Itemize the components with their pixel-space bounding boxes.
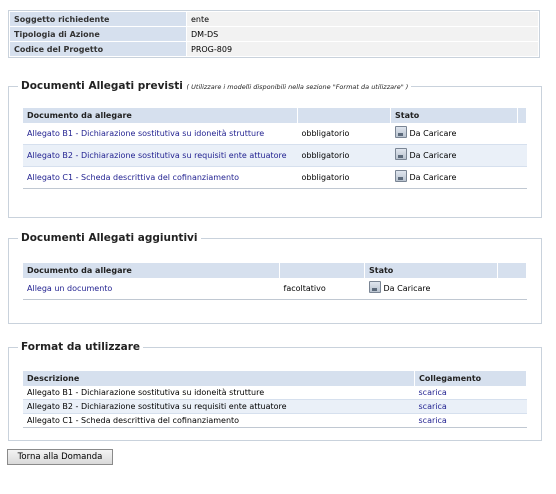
fieldset-documenti-aggiuntivi: Documenti Allegati aggiuntivi Documento … (8, 232, 542, 324)
table-row: Allegato B1 - Dichiarazione sostitutiva … (23, 386, 527, 400)
status-text: Da Caricare (409, 151, 457, 160)
info-table: Soggetto richiedente ente Tipologia di A… (8, 10, 540, 58)
column-header-tipo (297, 108, 391, 123)
info-row: Soggetto richiedente ente (10, 12, 538, 26)
column-header-collegamento: Collegamento (414, 371, 527, 386)
column-header-extra (497, 263, 527, 278)
documenti-previsti-table: Documento da allegare Stato Allegato B1 … (23, 108, 527, 189)
section-note: ( Utilizzare i modelli disponibili nella… (186, 83, 409, 91)
status-cell: Da Caricare (390, 123, 518, 145)
table-row: Allega un documento facoltativo Da Caric… (23, 278, 527, 300)
info-label: Soggetto richiedente (10, 12, 186, 26)
requirement-cell: obbligatorio (297, 123, 391, 145)
upload-disk-icon[interactable] (394, 169, 407, 182)
column-header-descrizione: Descrizione (23, 371, 415, 386)
fieldset-documenti-previsti: Documenti Allegati previsti ( Utilizzare… (8, 80, 542, 218)
upload-disk-icon[interactable] (368, 280, 381, 293)
document-link[interactable]: Allegato C1 - Scheda descrittiva del cof… (27, 173, 239, 182)
requirement-cell: obbligatorio (297, 144, 391, 167)
table-header-row: Descrizione Collegamento (23, 371, 527, 386)
fieldset-legend: Documenti Allegati aggiuntivi (18, 232, 201, 244)
download-link[interactable]: scarica (419, 402, 447, 411)
fieldset-format: Format da utilizzare Descrizione Collega… (8, 341, 542, 441)
document-cell: Allega un documento (23, 278, 280, 300)
info-row: Tipologia di Azione DM-DS (10, 27, 538, 41)
table-row: Allegato B1 - Dichiarazione sostitutiva … (23, 123, 527, 145)
description-cell: Allegato B1 - Dichiarazione sostitutiva … (23, 386, 415, 400)
format-table: Descrizione Collegamento Allegato B1 - D… (23, 371, 527, 428)
section-title: Documenti Allegati aggiuntivi (21, 232, 198, 244)
status-cell: Da Caricare (364, 278, 498, 300)
document-link[interactable]: Allegato B2 - Dichiarazione sostitutiva … (27, 151, 287, 160)
add-document-link[interactable]: Allega un documento (27, 284, 112, 293)
description-cell: Allegato C1 - Scheda descrittiva del cof… (23, 413, 415, 428)
upload-disk-icon[interactable] (394, 147, 407, 160)
column-header-tipo (279, 263, 365, 278)
link-cell: scarica (414, 413, 527, 428)
section-title: Documenti Allegati previsti (21, 80, 183, 92)
link-cell: scarica (414, 386, 527, 400)
requirement-cell: facoltativo (279, 278, 365, 300)
status-cell: Da Caricare (390, 144, 518, 167)
info-label: Codice del Progetto (10, 42, 186, 56)
document-cell: Allegato B1 - Dichiarazione sostitutiva … (23, 123, 298, 145)
fieldset-legend: Format da utilizzare (18, 341, 143, 353)
section-title: Format da utilizzare (21, 341, 140, 353)
info-label: Tipologia di Azione (10, 27, 186, 41)
download-link[interactable]: scarica (419, 388, 447, 397)
table-row: Allegato C1 - Scheda descrittiva del cof… (23, 413, 527, 428)
download-link[interactable]: scarica (419, 416, 447, 425)
upload-disk-icon[interactable] (394, 125, 407, 138)
link-cell: scarica (414, 399, 527, 414)
table-row: Allegato B2 - Dichiarazione sostitutiva … (23, 399, 527, 414)
document-cell: Allegato C1 - Scheda descrittiva del cof… (23, 166, 298, 189)
column-header-stato: Stato (390, 108, 518, 123)
status-cell: Da Caricare (390, 166, 518, 189)
info-value: DM-DS (187, 27, 538, 41)
info-row: Codice del Progetto PROG-809 (10, 42, 538, 56)
table-row: Allegato B2 - Dichiarazione sostitutiva … (23, 144, 527, 167)
requirement-cell: obbligatorio (297, 166, 391, 189)
status-text: Da Caricare (383, 284, 431, 293)
document-cell: Allegato B2 - Dichiarazione sostitutiva … (23, 144, 298, 167)
column-header-extra (517, 108, 527, 123)
back-to-application-button[interactable]: Torna alla Domanda (7, 449, 113, 465)
column-header-documento: Documento da allegare (23, 263, 280, 278)
status-text: Da Caricare (409, 129, 457, 138)
table-header-row: Documento da allegare Stato (23, 108, 527, 123)
fieldset-legend: Documenti Allegati previsti ( Utilizzare… (18, 80, 412, 92)
documenti-aggiuntivi-table: Documento da allegare Stato Allega un do… (23, 263, 527, 300)
description-cell: Allegato B2 - Dichiarazione sostitutiva … (23, 399, 415, 414)
info-value: PROG-809 (187, 42, 538, 56)
document-link[interactable]: Allegato B1 - Dichiarazione sostitutiva … (27, 129, 264, 138)
column-header-documento: Documento da allegare (23, 108, 298, 123)
column-header-stato: Stato (364, 263, 498, 278)
status-text: Da Caricare (409, 173, 457, 182)
table-row: Allegato C1 - Scheda descrittiva del cof… (23, 166, 527, 189)
table-header-row: Documento da allegare Stato (23, 263, 527, 278)
info-value: ente (187, 12, 538, 26)
